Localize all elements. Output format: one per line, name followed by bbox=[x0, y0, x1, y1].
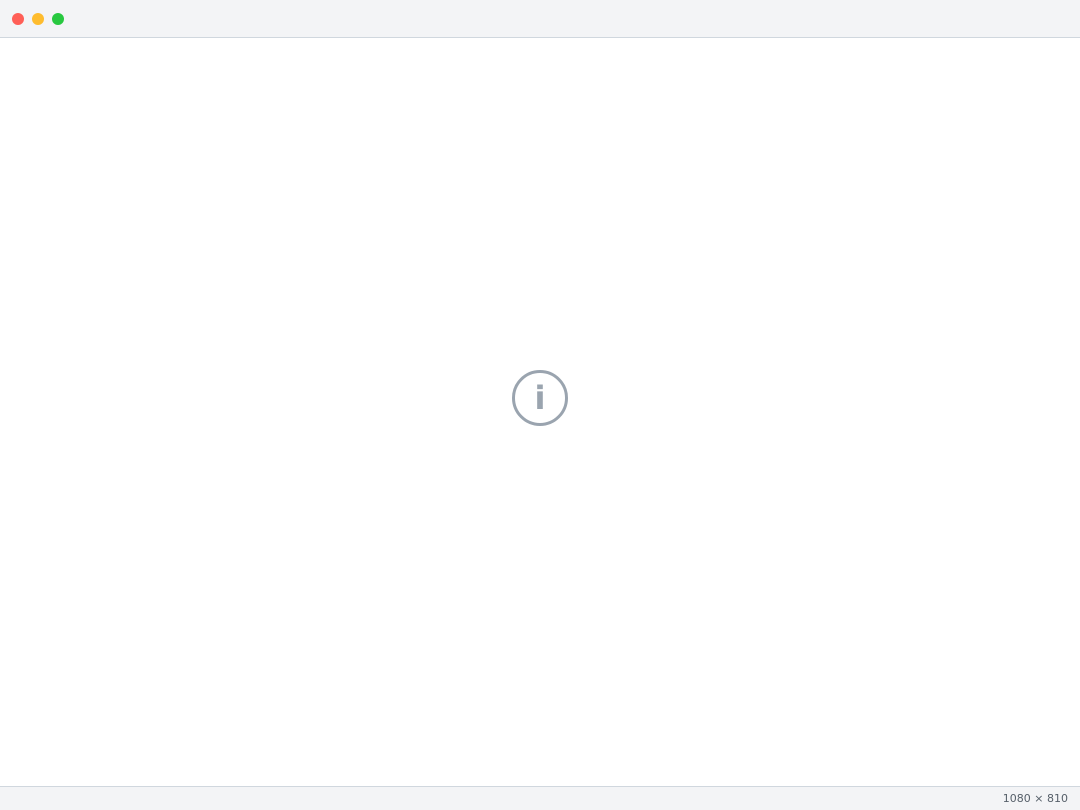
content-area: i bbox=[0, 38, 1080, 786]
minimize-window-button[interactable] bbox=[32, 12, 44, 25]
app-window: i 1080 × 810 bbox=[0, 0, 1080, 810]
window-controls bbox=[12, 12, 64, 25]
status-bar: 1080 × 810 bbox=[0, 786, 1080, 810]
maximize-window-button[interactable] bbox=[52, 12, 64, 25]
status-size: 1080 × 810 bbox=[1002, 792, 1068, 805]
title-bar bbox=[0, 0, 1080, 38]
info-icon: i bbox=[512, 370, 568, 426]
close-window-button[interactable] bbox=[12, 12, 24, 25]
